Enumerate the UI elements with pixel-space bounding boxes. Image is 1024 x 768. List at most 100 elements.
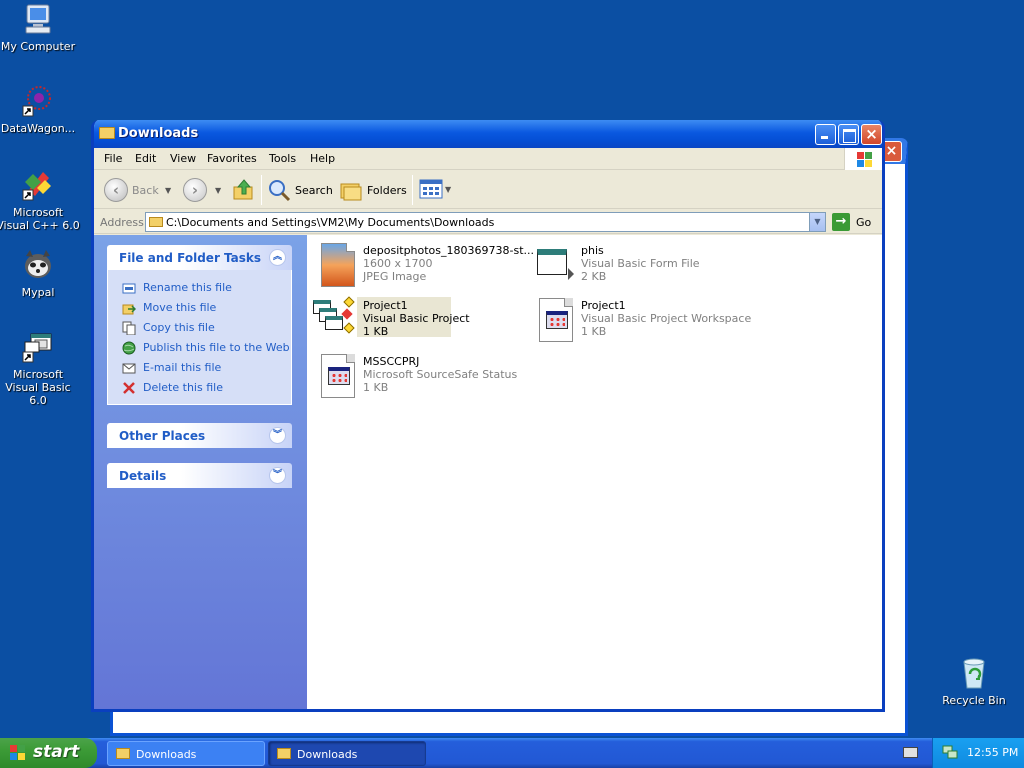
file-item-selected[interactable]: Project1 Visual Basic Project 1 KB (311, 296, 521, 346)
address-input[interactable]: C:\Documents and Settings\VM2\My Documen… (145, 212, 826, 232)
desktop-icon-visual-cpp[interactable]: Microsoft Visual C++ 6.0 (0, 168, 80, 232)
title-bar[interactable]: Downloads × (94, 120, 882, 148)
forward-dropdown-icon[interactable]: ▼ (215, 186, 221, 195)
maximize-button[interactable] (838, 124, 859, 145)
search-icon (269, 180, 291, 202)
menu-bar: File Edit View Favorites Tools Help (94, 148, 882, 170)
file-folder-tasks-panel: File and Folder Tasks ︽ Rename this file… (107, 245, 292, 405)
file-item[interactable]: MSSCCPRJ Microsoft SourceSafe Status 1 K… (315, 352, 525, 402)
menu-help[interactable]: Help (310, 152, 335, 165)
minimize-button[interactable] (815, 124, 836, 145)
task-label: Publish this file to the Web (143, 341, 290, 354)
views-dropdown-icon: ▼ (445, 185, 452, 194)
desktop-icon-mypal[interactable]: Mypal (0, 248, 80, 299)
panel-title: File and Folder Tasks (119, 251, 262, 265)
menu-file[interactable]: File (104, 152, 122, 165)
desktop-icon-label: DataWagon... (0, 122, 76, 135)
keyboard-icon[interactable] (903, 747, 918, 758)
address-dropdown-icon[interactable]: ▼ (809, 213, 825, 231)
file-list-view: depositphotos_180369738-st... 1600 x 170… (307, 235, 882, 709)
file-size: 1 KB (363, 325, 389, 338)
forward-button[interactable]: › (183, 178, 217, 202)
task-publish[interactable]: Publish this file to the Web (108, 338, 291, 358)
file-folder-tasks-header[interactable]: File and Folder Tasks ︽ (107, 245, 292, 270)
desktop-icon-recycle-bin[interactable]: Recycle Bin (932, 656, 1016, 707)
desktop-icon-my-computer[interactable]: My Computer (0, 2, 80, 53)
panel-title: Details (119, 469, 167, 483)
file-size: 2 KB (581, 270, 607, 283)
task-label: Rename this file (143, 281, 232, 294)
taskbar-button-downloads[interactable]: Downloads (107, 741, 265, 766)
menu-edit[interactable]: Edit (135, 152, 156, 165)
back-label: Back (132, 184, 159, 197)
file-name: depositphotos_180369738-st... (363, 244, 535, 257)
desktop-icon-visual-basic[interactable]: Microsoft Visual Basic 6.0 (0, 330, 80, 407)
task-label: Copy this file (143, 321, 215, 334)
folder-icon (277, 748, 291, 759)
window-title: Downloads (118, 126, 199, 141)
visual-cpp-shortcut-icon (21, 168, 55, 202)
task-label: E-mail this file (143, 361, 222, 374)
desktop-icon-label: Mypal (21, 286, 55, 299)
task-label: Delete this file (143, 381, 223, 394)
task-email[interactable]: E-mail this file (108, 358, 291, 378)
file-name: Project1 (581, 299, 626, 312)
vb-workspace-icon (533, 296, 577, 344)
back-dropdown-icon[interactable]: ▼ (165, 186, 171, 195)
file-item[interactable]: Project1 Visual Basic Project Workspace … (533, 296, 763, 346)
windows-logo-icon (10, 745, 26, 761)
collapse-chevron-icon[interactable]: ︽ (269, 249, 286, 266)
file-size: 1 KB (581, 325, 607, 338)
file-size: 1 KB (363, 381, 389, 394)
file-item[interactable]: depositphotos_180369738-st... 1600 x 170… (315, 241, 534, 291)
views-icon (419, 179, 443, 199)
task-copy[interactable]: Copy this file (108, 318, 291, 338)
desktop-icon-datawagon[interactable]: DataWagon... (0, 84, 80, 135)
network-icon[interactable] (942, 745, 958, 759)
task-rename[interactable]: Rename this file (108, 278, 291, 298)
datawagon-shortcut-icon (21, 84, 55, 118)
menu-favorites[interactable]: Favorites (207, 152, 257, 165)
move-icon (122, 304, 136, 315)
file-type: JPEG Image (363, 270, 427, 283)
folders-label: Folders (367, 184, 407, 197)
task-delete[interactable]: Delete this file (108, 378, 291, 398)
start-button[interactable]: start (0, 738, 97, 768)
panel-body: Rename this file Move this file Copy thi… (107, 270, 292, 405)
toolbar-separator (261, 175, 262, 205)
go-arrow-icon: → (832, 213, 850, 231)
panel-title: Other Places (119, 429, 206, 443)
views-button[interactable]: ▼ (419, 178, 453, 202)
details-header[interactable]: Details ︾ (107, 463, 292, 488)
publish-web-icon (122, 341, 136, 355)
back-button[interactable]: ‹ Back (104, 178, 164, 202)
go-label: Go (856, 216, 872, 229)
address-bar: Address C:\Documents and Settings\VM2\My… (94, 210, 882, 234)
expand-chevron-icon[interactable]: ︾ (269, 427, 286, 444)
expand-chevron-icon[interactable]: ︾ (269, 467, 286, 484)
folders-button[interactable]: Folders (339, 178, 407, 202)
desktop-icon-label: Recycle Bin (942, 694, 1006, 707)
menu-view[interactable]: View (170, 152, 196, 165)
other-places-header[interactable]: Other Places ︾ (107, 423, 292, 448)
other-places-panel: Other Places ︾ (107, 423, 292, 448)
forward-arrow-icon: › (183, 178, 207, 202)
task-move[interactable]: Move this file (108, 298, 291, 318)
desktop-icon-label: My Computer (0, 40, 76, 53)
close-button[interactable]: × (861, 124, 882, 145)
menu-tools[interactable]: Tools (269, 152, 296, 165)
folder-icon (116, 748, 130, 759)
file-type: Visual Basic Form File (581, 257, 700, 270)
explorer-window: Downloads × File Edit View Favorites Too… (91, 120, 885, 712)
desktop-icon-label: Microsoft Visual C++ 6.0 (0, 206, 80, 232)
search-button[interactable]: Search (267, 178, 333, 202)
taskbar-button-downloads-active[interactable]: Downloads (268, 741, 426, 766)
vb-form-icon (533, 241, 577, 289)
sourcesafe-status-icon (315, 352, 359, 400)
up-folder-button[interactable] (232, 178, 256, 202)
taskbar-button-label: Downloads (297, 748, 358, 761)
desktop-icon-label: Microsoft Visual Basic 6.0 (5, 368, 71, 407)
file-item[interactable]: phis Visual Basic Form File 2 KB (533, 241, 743, 291)
clock[interactable]: 12:55 PM (967, 746, 1018, 759)
windows-flag-icon (844, 148, 882, 170)
